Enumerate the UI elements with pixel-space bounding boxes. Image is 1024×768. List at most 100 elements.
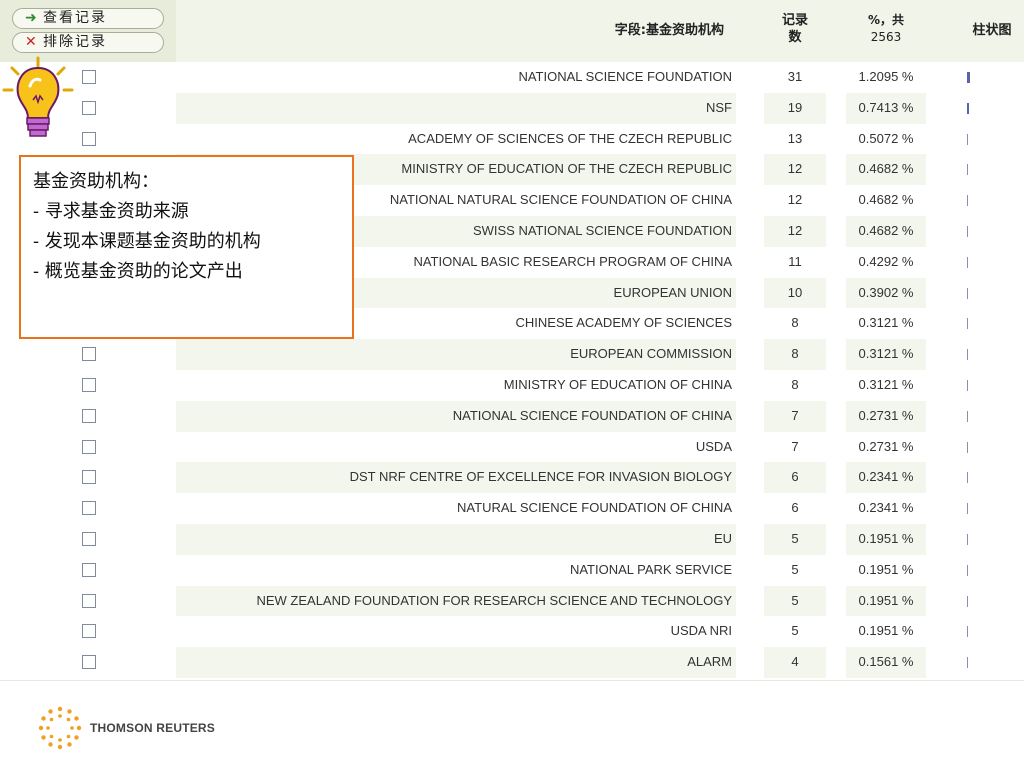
field-header: 字段:基金资助机构: [614, 23, 724, 38]
percent-header-label: %，共: [867, 13, 905, 27]
row-checkbox[interactable]: [82, 593, 96, 608]
record-count: 6: [791, 500, 799, 516]
record-count: 8: [764, 339, 826, 370]
record-count: 6: [764, 462, 826, 494]
record-count: 4: [764, 647, 826, 678]
row-checkbox[interactable]: [82, 624, 96, 639]
row-checkbox[interactable]: [82, 100, 96, 115]
record-percent: 0.3121 %: [858, 315, 914, 331]
histogram-bar: [967, 318, 968, 330]
funding-agency-name: EUROPEAN COMMISSION: [176, 339, 736, 370]
histogram-bar: [967, 164, 968, 176]
record-percent: 0.2731 %: [846, 400, 926, 432]
record-count: 31: [787, 69, 803, 84]
table-row: EUROPEAN COMMISSION 8 0.3121 %: [0, 339, 1024, 370]
thomson-reuters-logo-icon: [38, 706, 82, 750]
row-checkbox[interactable]: [82, 501, 96, 516]
view-records-label: 查看记录: [43, 10, 107, 26]
count-header: 记录数: [764, 12, 826, 46]
record-percent: 0.4682 %: [846, 154, 926, 186]
thomson-reuters-logo: THOMSON REUTERS: [38, 706, 215, 750]
histogram-bar: [967, 564, 968, 576]
record-percent: 0.1561 %: [846, 647, 926, 678]
lightbulb-icon: [2, 56, 74, 140]
funding-agency-name: USDA NRI: [670, 623, 732, 639]
funding-agency-callout: 基金资助机构： - 寻求基金资助来源 - 发现本课题基金资助的机构 - 概览基金…: [19, 155, 354, 339]
table-row: NSF 19 0.7413 %: [0, 92, 1024, 124]
exclude-records-label: 排除记录: [43, 34, 107, 50]
row-checkbox[interactable]: [82, 531, 96, 546]
table-row: NATIONAL SCIENCE FOUNDATION OF CHINA 7 0.2…: [0, 400, 1024, 432]
funding-agency-name: MINISTRY OF EDUCATION OF CHINA: [503, 376, 732, 392]
table-row: ACADEMY OF SCIENCES OF THE CZECH REPUBLI…: [0, 124, 1024, 155]
record-count: 12: [764, 154, 826, 186]
funding-agency-name: NATURAL SCIENCE FOUNDATION OF CHINA: [457, 500, 732, 516]
view-records-button[interactable]: ➜ 查看记录: [12, 8, 164, 29]
row-checkbox[interactable]: [82, 131, 96, 146]
funding-agency-name: EU: [176, 523, 736, 555]
record-percent: 0.3902 %: [846, 277, 926, 309]
row-checkbox[interactable]: [82, 470, 96, 485]
bar-chart-header: 柱状图: [972, 23, 1012, 38]
percent-header: %，共 2563: [846, 12, 926, 46]
callout-line: - 概览基金资助的论文产出: [33, 261, 243, 282]
histogram-bar: [967, 626, 968, 638]
histogram-bar: [967, 657, 968, 669]
logo-text: THOMSON REUTERS: [90, 721, 216, 735]
record-percent: 0.2731 %: [858, 438, 914, 454]
table-row: ALARM 4 0.1561 %: [0, 647, 1024, 678]
exclude-records-button[interactable]: ✕ 排除记录: [12, 32, 164, 53]
record-count: 5: [791, 623, 799, 639]
histogram-bar: [967, 441, 968, 453]
row-checkbox[interactable]: [82, 562, 96, 577]
funding-agency-name: NATIONAL SCIENCE FOUNDATION: [518, 69, 732, 84]
table-bottom-divider: [0, 680, 1024, 681]
record-percent: 0.3121 %: [858, 376, 914, 392]
record-count: 19: [764, 92, 826, 124]
record-percent: 0.2341 %: [846, 462, 926, 494]
table-row: USDA NRI 5 0.1951 %: [0, 616, 1024, 647]
record-actions: ➜ 查看记录 ✕ 排除记录: [0, 0, 176, 62]
callout-title: 基金资助机构：: [33, 171, 159, 192]
histogram-bar: [967, 595, 968, 607]
row-checkbox[interactable]: [82, 439, 96, 454]
table-header: ➜ 查看记录 ✕ 排除记录 字段:基金资助机构 记录数 %，共 2563 柱状图: [0, 0, 1024, 62]
row-checkbox[interactable]: [82, 70, 96, 84]
funding-agency-name: DST NRF CENTRE OF EXCELLENCE FOR INVASIO…: [176, 462, 736, 494]
record-percent: 0.3121 %: [846, 339, 926, 370]
record-percent: 0.4682 %: [858, 192, 914, 208]
record-percent: 0.7413 %: [846, 92, 926, 124]
histogram-bar: [967, 225, 968, 237]
table-row: USDA 7 0.2731 %: [0, 432, 1024, 463]
arrow-right-icon: ➜: [25, 10, 37, 26]
record-count: 11: [788, 253, 802, 269]
funding-agency-name: NATIONAL SCIENCE FOUNDATION OF CHINA: [176, 400, 736, 432]
record-count: 12: [764, 215, 826, 247]
histogram-bar: [967, 195, 968, 207]
record-count: 5: [791, 561, 799, 577]
table-row: NATURAL SCIENCE FOUNDATION OF CHINA 6 0.23…: [0, 493, 1024, 524]
row-checkbox[interactable]: [82, 377, 96, 392]
table-row: NATIONAL PARK SERVICE 5 0.1951 %: [0, 555, 1024, 586]
histogram-bar: [967, 472, 968, 484]
callout-line: - 发现本课题基金资助的机构: [33, 231, 261, 252]
record-count: 13: [787, 130, 803, 146]
record-percent: 0.1951 %: [858, 561, 914, 577]
row-checkbox[interactable]: [82, 655, 96, 670]
funding-agency-name: USDA: [695, 438, 732, 454]
histogram-bar: [967, 287, 968, 299]
histogram-bar: [967, 256, 968, 268]
row-checkbox[interactable]: [82, 347, 96, 362]
record-percent: 0.5072 %: [858, 130, 914, 146]
callout-line: - 寻求基金资助来源: [33, 201, 189, 222]
histogram-bar: [967, 379, 968, 391]
percent-header-total: 2563: [870, 30, 902, 44]
record-percent: 0.1951 %: [858, 623, 914, 639]
record-count: 7: [791, 438, 799, 454]
table-row: NATIONAL SCIENCE FOUNDATION 31 1.2095 %: [0, 62, 1024, 93]
histogram-bar: [967, 102, 969, 114]
table-row: DST NRF CENTRE OF EXCELLENCE FOR INVASIO…: [0, 462, 1024, 494]
record-count: 5: [764, 585, 826, 617]
row-checkbox[interactable]: [82, 408, 96, 423]
histogram-bar: [967, 503, 968, 515]
